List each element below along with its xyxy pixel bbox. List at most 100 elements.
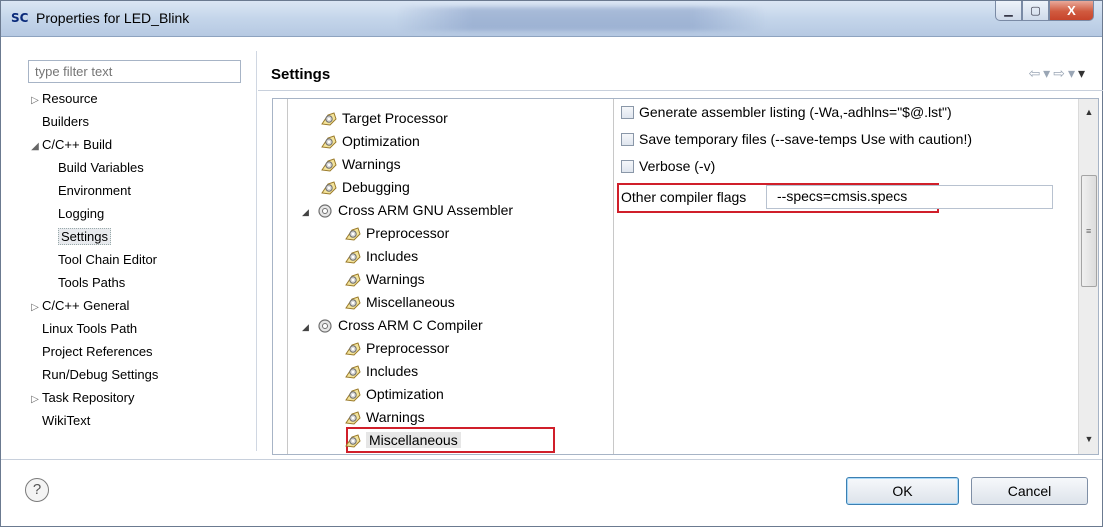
verbose-label: Verbose (-v) [639, 158, 716, 174]
tool-icon [316, 203, 334, 219]
tree-item-label: WikiText [42, 413, 91, 428]
tool-item-miscellaneous[interactable]: Miscellaneous [344, 291, 455, 313]
tree-item-logging[interactable]: Logging [58, 204, 104, 224]
navigation-arrows: ⇦▾⇨▾▾ [1028, 65, 1088, 82]
settings-gear-icon [344, 341, 362, 357]
tree-item-task-repository[interactable]: ▷ Task Repository [28, 388, 134, 408]
scroll-thumb[interactable]: ≡ [1081, 175, 1097, 287]
panel-divider[interactable] [256, 51, 257, 451]
forward-arrow-icon[interactable]: ⇨ [1053, 65, 1068, 81]
help-button[interactable]: ? [25, 478, 49, 502]
scroll-up-arrow-icon[interactable]: ▲ [1079, 103, 1098, 121]
page-title: Settings [271, 66, 331, 83]
filter-input[interactable] [28, 60, 241, 83]
tree-item-label: Build Variables [58, 160, 144, 175]
tree-item-label: Run/Debug Settings [42, 367, 159, 382]
tree-item-label: Builders [42, 114, 89, 129]
tree-item-run-debug-settings[interactable]: Run/Debug Settings [42, 365, 158, 385]
header-separator [258, 90, 1103, 91]
scroll-down-arrow-icon[interactable]: ▼ [1079, 430, 1098, 448]
tree-item-build-variables[interactable]: Build Variables [58, 158, 144, 178]
other-flags-input[interactable]: --specs=cmsis.specs [766, 185, 1053, 209]
generate-listing-label: Generate assembler listing (-Wa,-adhlns=… [639, 104, 952, 120]
maximize-icon: ▢ [1030, 5, 1041, 17]
tool-item-label: Debugging [342, 179, 410, 195]
tree-item-settings[interactable]: Settings [58, 227, 111, 247]
settings-gear-icon [320, 157, 338, 173]
option-verbose[interactable]: Verbose (-v) [621, 155, 715, 177]
tool-item-label: Optimization [366, 386, 444, 402]
option-generate-listing[interactable]: Generate assembler listing (-Wa,-adhlns=… [621, 101, 952, 123]
tree-item-label: Tools Paths [58, 275, 126, 290]
options-panel: Generate assembler listing (-Wa,-adhlns=… [617, 99, 1077, 454]
minimize-button[interactable]: ▁ [995, 1, 1022, 21]
tool-item-label: Warnings [342, 156, 401, 172]
ok-button[interactable]: OK [846, 477, 959, 505]
minimize-icon: ▁ [1004, 5, 1013, 17]
tree-item-builders[interactable]: Builders [42, 112, 89, 132]
close-button[interactable]: X [1049, 1, 1094, 21]
tool-item-target-processor[interactable]: Target Processor [320, 107, 448, 129]
tree-item-label: Settings [58, 228, 111, 245]
expand-arrow-icon[interactable]: ▷ [28, 390, 42, 410]
tree-item-linux-tools-path[interactable]: Linux Tools Path [42, 319, 137, 339]
tool-item-miscellaneous[interactable]: Miscellaneous [344, 429, 461, 451]
blurred-title-region [396, 7, 766, 31]
title-bar[interactable]: SC Properties for LED_Blink ▁ ▢ X [1, 1, 1102, 37]
tool-item-label: Preprocessor [366, 225, 450, 241]
collapse-arrow-icon[interactable]: ◢ [302, 201, 316, 223]
verbose-checkbox[interactable] [621, 160, 634, 173]
tree-item-environment[interactable]: Environment [58, 181, 131, 201]
option-save-temps[interactable]: Save temporary files (--save-temps Use w… [621, 128, 972, 150]
save-temps-checkbox[interactable] [621, 133, 634, 146]
tool-item-optimization[interactable]: Optimization [344, 383, 444, 405]
settings-gear-icon [344, 387, 362, 403]
tool-item-label: Preprocessor [366, 340, 450, 356]
other-flags-label: Other compiler flags [621, 189, 747, 205]
tool-item-optimization[interactable]: Optimization [320, 130, 420, 152]
expand-arrow-icon[interactable]: ▷ [28, 91, 42, 111]
tree-item-wikitext[interactable]: WikiText [42, 411, 90, 431]
back-arrow-icon[interactable]: ⇦ [1028, 65, 1043, 81]
expand-arrow-icon[interactable]: ▷ [28, 298, 42, 318]
save-temps-label: Save temporary files (--save-temps Use w… [639, 131, 972, 147]
tree-item-project-references[interactable]: Project References [42, 342, 153, 362]
tree-item-label: Tool Chain Editor [58, 252, 157, 267]
tree-item-tool-chain-editor[interactable]: Tool Chain Editor [58, 250, 157, 270]
cancel-button[interactable]: Cancel [971, 477, 1088, 505]
settings-gear-icon [344, 272, 362, 288]
tool-item-cross-arm-c-compiler[interactable]: ◢ Cross ARM C Compiler [302, 314, 483, 336]
tool-item-label: Optimization [342, 133, 420, 149]
maximize-button[interactable]: ▢ [1022, 1, 1049, 21]
tree-item-resource[interactable]: ▷ Resource [28, 89, 98, 109]
back-menu-chevron-icon[interactable]: ▾ [1043, 65, 1053, 81]
tool-item-preprocessor[interactable]: Preprocessor [344, 337, 449, 359]
tree-item-label: Project References [42, 344, 153, 359]
tool-item-debugging[interactable]: Debugging [320, 176, 410, 198]
tool-item-label: Miscellaneous [366, 432, 461, 448]
tool-item-label: Miscellaneous [366, 294, 455, 310]
tool-item-includes[interactable]: Includes [344, 245, 418, 267]
generate-listing-checkbox[interactable] [621, 106, 634, 119]
grip-icon: ≡ [1086, 226, 1092, 236]
window-title: Properties for LED_Blink [36, 10, 190, 26]
view-menu-icon[interactable]: ▾ [1078, 65, 1088, 81]
tool-item-preprocessor[interactable]: Preprocessor [344, 222, 449, 244]
tool-item-warnings[interactable]: Warnings [344, 406, 425, 428]
vertical-scrollbar[interactable]: ▲ ≡ ▼ [1078, 99, 1098, 454]
help-icon: ? [32, 481, 42, 498]
window-controls: ▁ ▢ X [995, 1, 1094, 21]
tool-item-cross-arm-gnu-assembler[interactable]: ◢ Cross ARM GNU Assembler [302, 199, 513, 221]
tool-item-warnings[interactable]: Warnings [344, 268, 425, 290]
collapse-arrow-icon[interactable]: ◢ [302, 316, 316, 338]
tree-item-tools-paths[interactable]: Tools Paths [58, 273, 125, 293]
forward-menu-chevron-icon[interactable]: ▾ [1068, 65, 1078, 81]
tool-settings-panel: Target Processor Optimization Warnings Debu… [272, 98, 1099, 455]
settings-gear-icon [344, 249, 362, 265]
tree-item-c-c-build[interactable]: ◢ C/C++ Build [28, 135, 112, 155]
tool-item-warnings[interactable]: Warnings [320, 153, 401, 175]
tree-item-label: C/C++ Build [42, 137, 113, 152]
tool-item-includes[interactable]: Includes [344, 360, 418, 382]
tree-item-c-c-general[interactable]: ▷ C/C++ General [28, 296, 129, 316]
collapse-arrow-icon[interactable]: ◢ [28, 137, 42, 157]
